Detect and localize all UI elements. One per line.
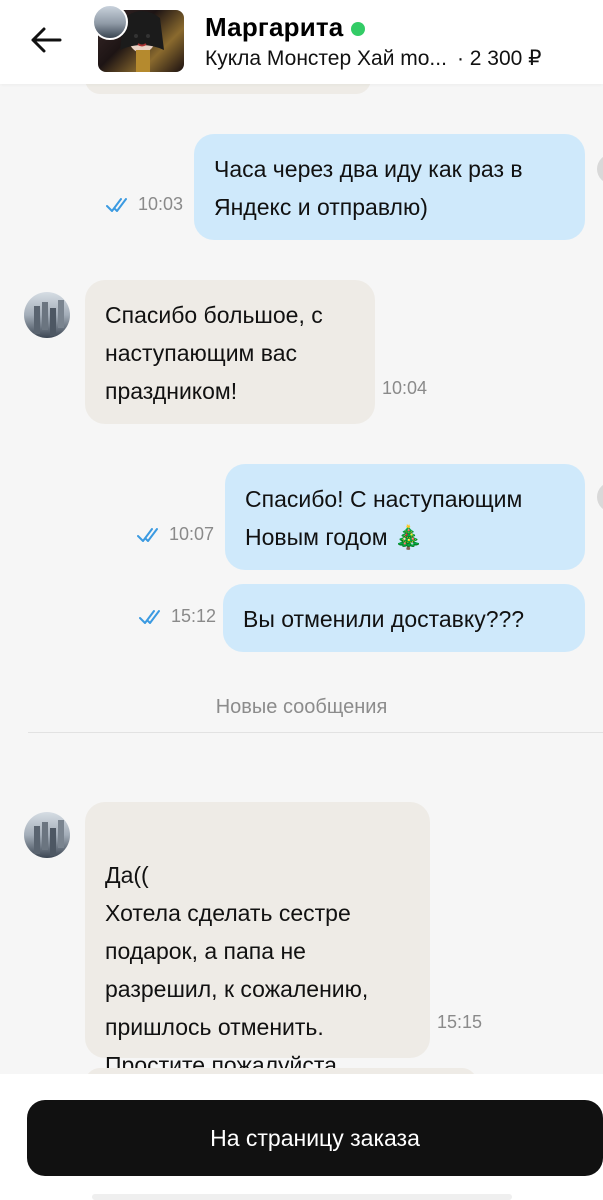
incoming-message-bubble[interactable]: Да(( Хотела сделать сестре подарок, а па…	[85, 802, 430, 1074]
outgoing-message-bubble[interactable]: Часа через два иду как раз в Яндекс и от…	[194, 134, 585, 240]
item-price: · 2 300 ₽	[456, 47, 542, 70]
outgoing-message-bubble[interactable]: Спасибо! С наступающим Новым годом 🎄	[225, 464, 585, 570]
new-messages-divider: Новые сообщения	[215, 696, 388, 718]
message-text: Спасибо большое, с наступающим вас празд…	[105, 302, 323, 404]
contact-avatar[interactable]	[24, 812, 70, 858]
seller-avatar	[92, 4, 128, 40]
message-text: Вы отменили доставку???	[243, 606, 525, 632]
message-text: Да(( Хотела сделать сестре подарок, а па…	[105, 862, 369, 1074]
bottom-action-bar: На страницу заказа	[0, 1074, 603, 1200]
item-info[interactable]: Кукла Монстер Хай mo... · 2 300 ₽	[205, 46, 585, 71]
input-hint-bar	[92, 1194, 512, 1200]
message-text: Часа через два иду как раз в Яндекс и от…	[214, 156, 523, 220]
outgoing-message-bubble[interactable]: Вы отменили доставку???	[223, 584, 585, 652]
arrow-left-icon	[31, 27, 62, 53]
my-avatar-edge	[597, 154, 603, 184]
my-avatar-edge	[597, 482, 603, 512]
contact-avatar[interactable]	[24, 292, 70, 338]
message-time: 10:04	[382, 378, 428, 398]
message-time: 15:15	[437, 1012, 483, 1032]
item-title: Кукла Монстер Хай mo...	[205, 46, 447, 70]
double-check-icon	[106, 197, 127, 212]
online-status-dot	[351, 21, 366, 36]
partial-message-bubble	[85, 84, 371, 94]
back-button[interactable]	[24, 20, 68, 60]
message-time: 15:12	[139, 606, 216, 627]
divider-line	[28, 732, 603, 733]
message-time: 10:07	[137, 524, 214, 545]
message-list[interactable]: 10:03 Часа через два иду как раз в Яндек…	[0, 84, 603, 1074]
chat-header: Маргарита Кукла Монстер Хай mo... · 2 30…	[0, 0, 603, 84]
incoming-message-bubble[interactable]: Спасибо большое, с наступающим вас празд…	[85, 280, 375, 424]
contact-name: Маргарита	[205, 12, 344, 42]
contact-name-row[interactable]: Маргарита	[205, 12, 366, 43]
message-time: 10:03	[106, 194, 183, 215]
double-check-icon	[137, 527, 158, 542]
double-check-icon	[139, 609, 160, 624]
message-text: Спасибо! С наступающим Новым годом 🎄	[245, 486, 523, 550]
order-page-button[interactable]: На страницу заказа	[27, 1100, 603, 1176]
